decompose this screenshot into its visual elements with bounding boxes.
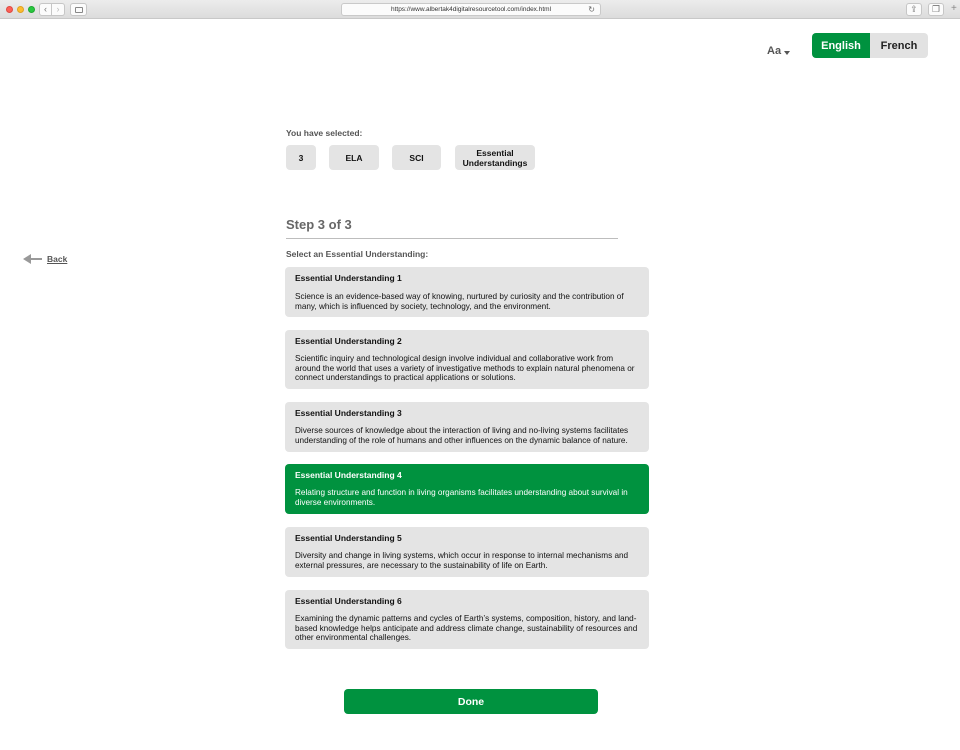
essential-understanding-card-5[interactable]: Essential Understanding 5 Diversity and …	[285, 527, 649, 577]
essential-understanding-card-2[interactable]: Essential Understanding 2 Scientific inq…	[285, 330, 649, 389]
card-description: Relating structure and function in livin…	[295, 488, 628, 507]
french-button[interactable]: French	[870, 33, 928, 58]
step-title: Step 3 of 3	[286, 217, 352, 232]
new-tab-icon[interactable]: +	[951, 3, 957, 14]
arrow-left-icon	[23, 253, 42, 265]
english-button[interactable]: English	[812, 33, 870, 58]
essential-understanding-card-3[interactable]: Essential Understanding 3 Diverse source…	[285, 402, 649, 452]
card-description: Diverse sources of knowledge about the i…	[295, 426, 629, 445]
selection-label: You have selected:	[286, 128, 363, 138]
back-label: Back	[47, 254, 68, 264]
reload-icon[interactable]: ↻	[588, 4, 595, 16]
browser-toolbar: ‹ › https://www.albertak4digitalresource…	[0, 0, 960, 19]
card-description: Examining the dynamic patterns and cycle…	[295, 614, 638, 643]
card-title: Essential Understanding 3	[295, 408, 402, 418]
card-title: Essential Understanding 6	[295, 596, 402, 606]
sidebar-toggle-icon[interactable]	[70, 3, 87, 16]
card-description: Scientific inquiry and technological des…	[295, 354, 635, 383]
card-description: Science is an evidence-based way of know…	[295, 292, 624, 311]
essential-understanding-card-1[interactable]: Essential Understanding 1 Science is an …	[285, 267, 649, 317]
step-prompt: Select an Essential Understanding:	[286, 249, 429, 259]
done-button[interactable]: Done	[344, 689, 598, 714]
card-title: Essential Understanding 4	[295, 470, 402, 480]
language-toggle: English French	[812, 33, 928, 58]
essential-understanding-card-6[interactable]: Essential Understanding 6 Examining the …	[285, 590, 649, 649]
chip-subject-ela[interactable]: ELA	[329, 145, 379, 170]
browser-back-button[interactable]: ‹	[39, 3, 52, 16]
address-bar[interactable]: https://www.albertak4digitalresourcetool…	[341, 3, 601, 16]
browser-forward-button[interactable]: ›	[52, 3, 65, 16]
close-window-button[interactable]	[6, 6, 13, 13]
chip-essential-understandings[interactable]: Essential Understandings	[455, 145, 535, 170]
maximize-window-button[interactable]	[28, 6, 35, 13]
divider	[286, 238, 618, 239]
card-title: Essential Understanding 1	[295, 273, 402, 283]
share-icon[interactable]: ⇪	[906, 3, 922, 16]
font-size-label: Aa	[767, 45, 782, 57]
tabs-overview-icon[interactable]: ❐	[928, 3, 944, 16]
font-size-dropdown[interactable]: Aa	[767, 45, 791, 57]
card-title: Essential Understanding 2	[295, 336, 402, 346]
card-title: Essential Understanding 5	[295, 533, 402, 543]
essential-understanding-card-4[interactable]: Essential Understanding 4 Relating struc…	[285, 464, 649, 514]
minimize-window-button[interactable]	[17, 6, 24, 13]
caret-down-icon	[784, 51, 791, 55]
chip-grade[interactable]: 3	[286, 145, 316, 170]
chip-subject-sci[interactable]: SCI	[392, 145, 441, 170]
card-description: Diversity and change in living systems, …	[295, 551, 629, 570]
back-link[interactable]: Back	[23, 253, 67, 265]
url-text: https://www.albertak4digitalresourcetool…	[390, 6, 552, 13]
